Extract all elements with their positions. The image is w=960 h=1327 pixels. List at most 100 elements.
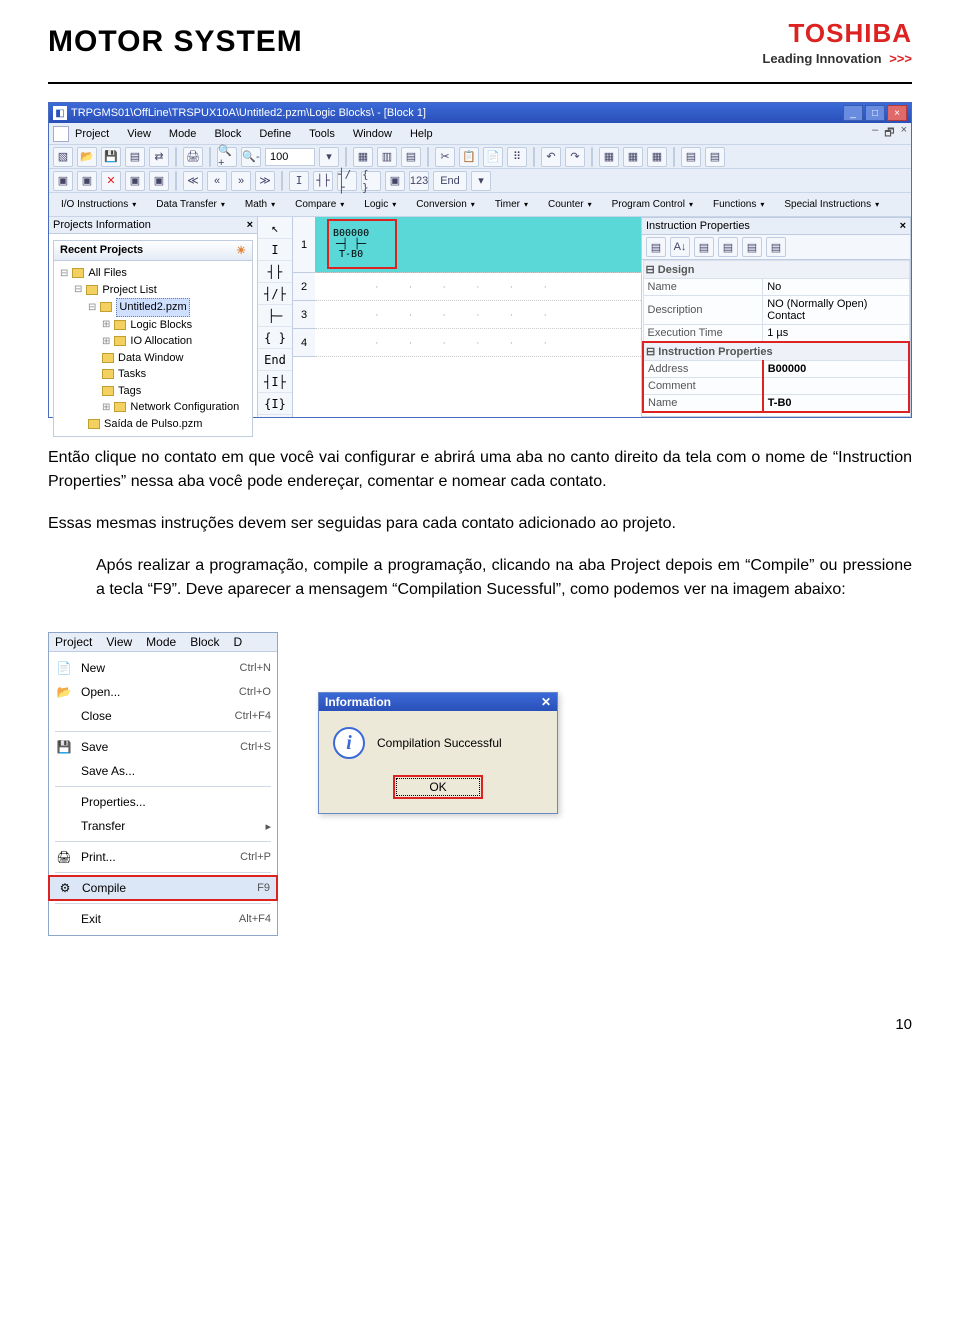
- tb2-del-icon[interactable]: ✕: [101, 171, 121, 191]
- prop-5-icon[interactable]: ▤: [742, 237, 762, 257]
- contact-no-icon[interactable]: I: [289, 171, 309, 191]
- pal-i[interactable]: I: [258, 239, 292, 261]
- tb2-1-icon[interactable]: ▣: [53, 171, 73, 191]
- title-bar[interactable]: ◧ TRPGMS01\OffLine\TRSPUX10A\Untitled2.p…: [49, 103, 911, 123]
- minimize-button[interactable]: _: [843, 105, 863, 121]
- prop-cat-inst[interactable]: ⊟ Instruction Properties: [643, 342, 909, 361]
- grid2-icon[interactable]: ▥: [377, 147, 397, 167]
- tree-all-files[interactable]: ⊟All Files: [60, 265, 246, 282]
- prop-val[interactable]: NO (Normally Open) Contact: [763, 296, 909, 325]
- open-icon[interactable]: 📂: [77, 147, 97, 167]
- saveall-icon[interactable]: ▤: [125, 147, 145, 167]
- table1-icon[interactable]: ▦: [599, 147, 619, 167]
- new-icon[interactable]: ▧: [53, 147, 73, 167]
- menu-new[interactable]: 📄NewCtrl+N: [49, 656, 277, 680]
- zoom-level[interactable]: 100: [265, 148, 315, 166]
- zoom-dd-icon[interactable]: ▾: [319, 147, 339, 167]
- coil-icon[interactable]: { }: [361, 171, 381, 191]
- select-icon[interactable]: ⠿: [507, 147, 527, 167]
- prop-az-icon[interactable]: A↓: [670, 237, 690, 257]
- end-button[interactable]: End: [433, 171, 467, 191]
- func-icon[interactable]: ▣: [385, 171, 405, 191]
- menu-properties[interactable]: Properties...: [49, 790, 277, 814]
- mdi-close-icon[interactable]: ×: [901, 124, 907, 143]
- cat-special[interactable]: Special Instructions▾: [776, 199, 887, 210]
- table2-icon[interactable]: ▦: [623, 147, 643, 167]
- prop-val[interactable]: 1 µs: [763, 325, 909, 343]
- pal-cursor[interactable]: ↖: [258, 217, 292, 239]
- tree-data-window[interactable]: Data Window: [60, 350, 246, 367]
- menu-view[interactable]: View: [127, 128, 151, 140]
- table3-icon[interactable]: ▦: [647, 147, 667, 167]
- menu-close[interactable]: CloseCtrl+F4: [49, 704, 277, 728]
- menu-open[interactable]: 📂Open...Ctrl+O: [49, 680, 277, 704]
- copy-icon[interactable]: 📋: [459, 147, 479, 167]
- prop-val[interactable]: T-B0: [763, 395, 909, 413]
- cat-math[interactable]: Math▾: [237, 199, 283, 210]
- cat-counter[interactable]: Counter▾: [540, 199, 600, 210]
- rung-3[interactable]: ······: [315, 301, 641, 329]
- menu-block[interactable]: Block: [214, 128, 241, 140]
- tree-network[interactable]: ⊞Network Configuration: [60, 399, 246, 416]
- tb2-2-icon[interactable]: ▣: [77, 171, 97, 191]
- grid3-icon[interactable]: ▤: [401, 147, 421, 167]
- grid1-icon[interactable]: ▦: [353, 147, 373, 167]
- pal-ino[interactable]: ┤I├: [258, 371, 292, 393]
- menu-help[interactable]: Help: [410, 128, 433, 140]
- menu2-view[interactable]: View: [106, 635, 132, 649]
- menu2-block[interactable]: Block: [190, 635, 219, 649]
- cat-logic[interactable]: Logic▾: [356, 199, 404, 210]
- rung-1[interactable]: B00000 ─┤ ├─ T-B0: [315, 217, 641, 273]
- menu-print[interactable]: 🖨Print...Ctrl+P: [49, 845, 277, 869]
- tb2-next-icon[interactable]: »: [231, 171, 251, 191]
- prop-cat-design[interactable]: ⊟ Design: [643, 261, 909, 279]
- prop-cat-icon[interactable]: ▤: [646, 237, 666, 257]
- prop-3-icon[interactable]: ▤: [694, 237, 714, 257]
- menu-project[interactable]: Project: [75, 128, 109, 140]
- cat-prog[interactable]: Program Control▾: [604, 199, 701, 210]
- redo-icon[interactable]: ↷: [565, 147, 585, 167]
- rung-2[interactable]: ······: [315, 273, 641, 301]
- menu2-d[interactable]: D: [234, 635, 243, 649]
- pal-line[interactable]: ├─: [258, 305, 292, 327]
- cat-data[interactable]: Data Transfer▾: [148, 199, 233, 210]
- tb2-4-icon[interactable]: ▣: [125, 171, 145, 191]
- tree-project-list[interactable]: ⊟Project List: [60, 282, 246, 299]
- panel-close-icon[interactable]: ×: [900, 220, 906, 232]
- cut-icon[interactable]: ✂: [435, 147, 455, 167]
- pal-no[interactable]: ┤├: [258, 261, 292, 283]
- transfer-icon[interactable]: ⇄: [149, 147, 169, 167]
- menu2-project[interactable]: Project: [55, 635, 92, 649]
- menu-compile[interactable]: ⚙CompileF9: [49, 876, 277, 900]
- pal-nc[interactable]: ┤/├: [258, 283, 292, 305]
- tree-io-alloc[interactable]: ⊞IO Allocation: [60, 333, 246, 350]
- menu-transfer[interactable]: Transfer▸: [49, 814, 277, 838]
- menu-exit[interactable]: ExitAlt+F4: [49, 907, 277, 931]
- pal-end[interactable]: End: [258, 349, 292, 371]
- contact-no[interactable]: B00000 ─┤ ├─ T-B0: [333, 229, 369, 260]
- panel-close-icon[interactable]: ×: [247, 219, 253, 231]
- mdi-min-icon[interactable]: –: [872, 124, 878, 143]
- dialog-close-icon[interactable]: ✕: [541, 695, 551, 709]
- save-icon[interactable]: 💾: [101, 147, 121, 167]
- recent-header[interactable]: Recent Projects ☀: [54, 241, 252, 261]
- print-icon[interactable]: 🖨: [183, 147, 203, 167]
- ok-button[interactable]: OK: [393, 775, 483, 799]
- cat-compare[interactable]: Compare▾: [287, 199, 352, 210]
- prop-val[interactable]: [763, 378, 909, 395]
- prop-4-icon[interactable]: ▤: [718, 237, 738, 257]
- end-dd-icon[interactable]: ▾: [471, 171, 491, 191]
- maximize-button[interactable]: □: [865, 105, 885, 121]
- zoom-out-icon[interactable]: 🔍-: [241, 147, 261, 167]
- cat-timer[interactable]: Timer▾: [487, 199, 536, 210]
- pal-icoil[interactable]: {I}: [258, 393, 292, 415]
- rung-4[interactable]: ······: [315, 329, 641, 357]
- close-button[interactable]: ×: [887, 105, 907, 121]
- undo-icon[interactable]: ↶: [541, 147, 561, 167]
- menu-save[interactable]: 💾SaveCtrl+S: [49, 735, 277, 759]
- tree-tags[interactable]: Tags: [60, 383, 246, 400]
- prop-val[interactable]: B00000: [763, 361, 909, 378]
- pal-coil[interactable]: { }: [258, 327, 292, 349]
- tb2-first-icon[interactable]: ≪: [183, 171, 203, 191]
- tree-logic-blocks[interactable]: ⊞Logic Blocks: [60, 317, 246, 334]
